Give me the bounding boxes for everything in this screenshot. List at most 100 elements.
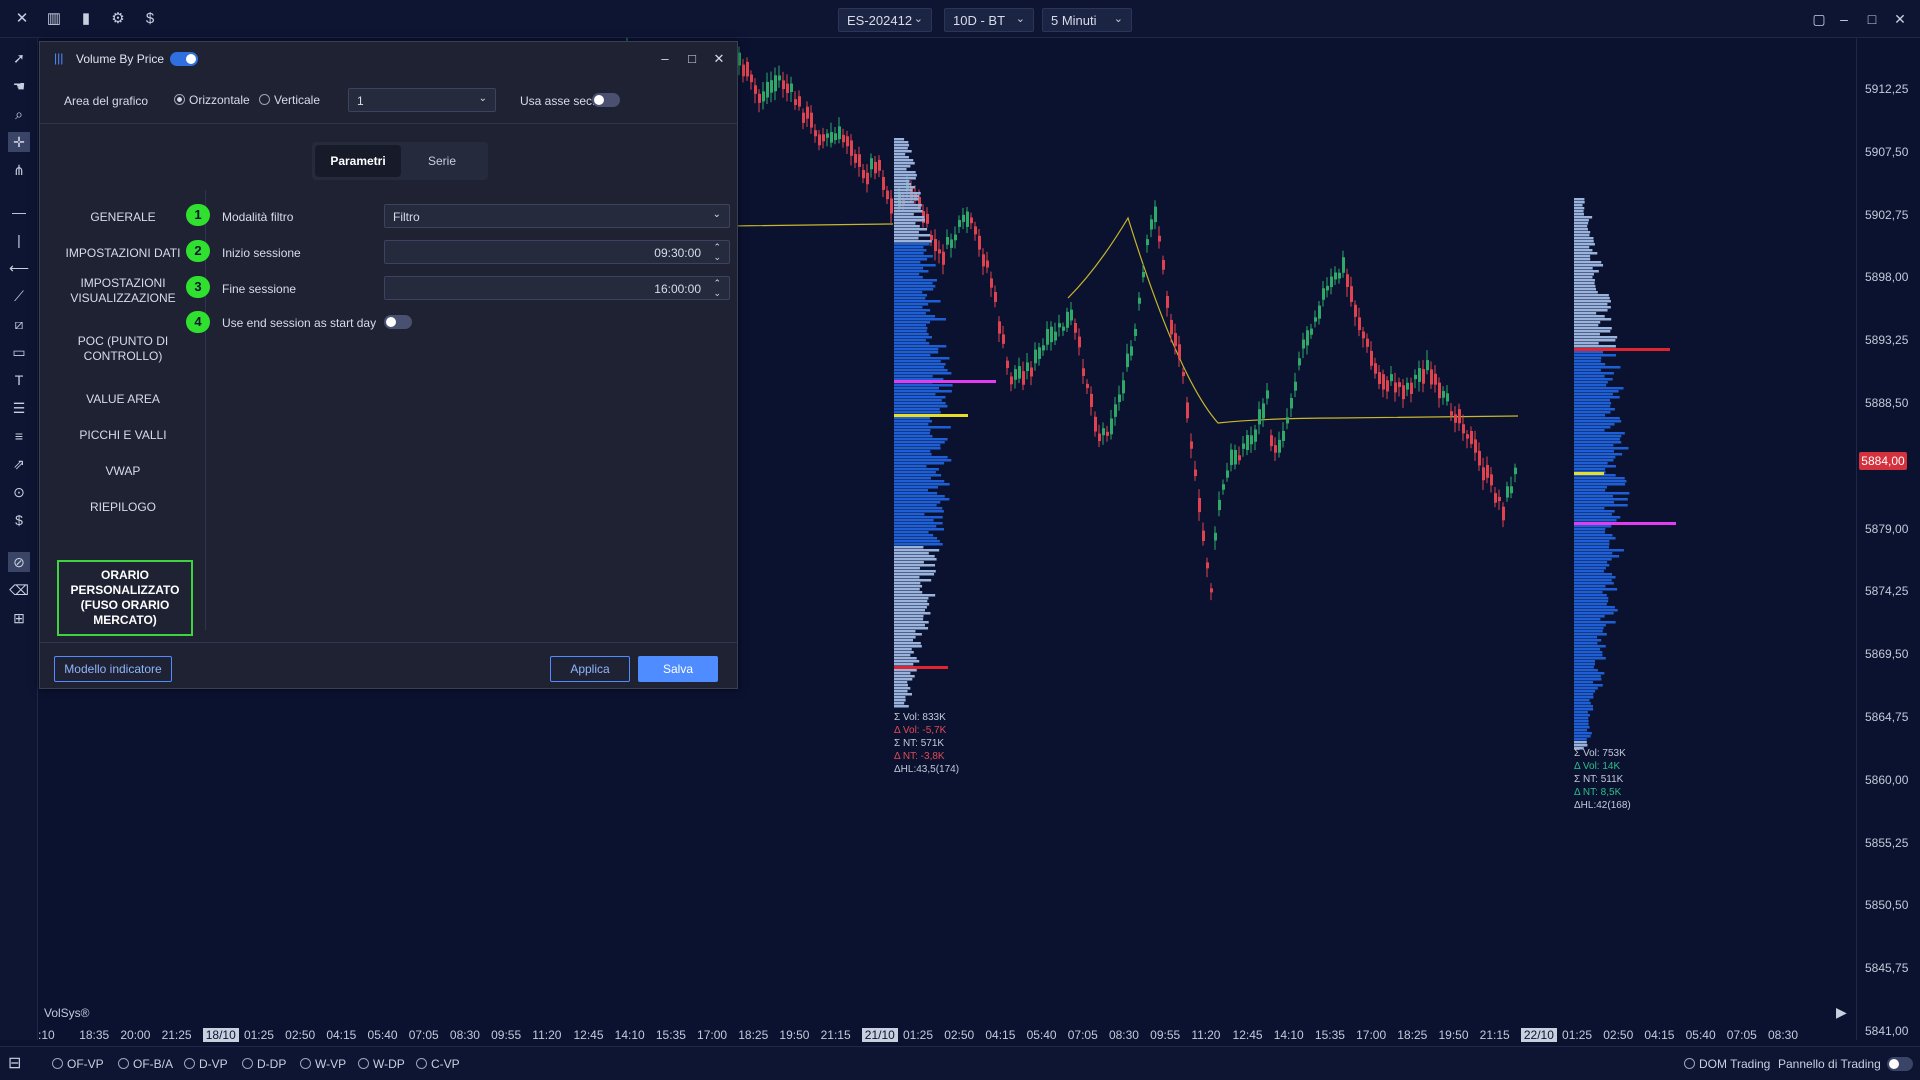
- volume-profile-bar: [1574, 576, 1616, 579]
- maximize-icon[interactable]: □: [1862, 9, 1882, 29]
- nav-riepilogo[interactable]: RIEPILOGO: [50, 500, 196, 515]
- ray-icon[interactable]: ⟵: [8, 258, 30, 278]
- magnet-icon[interactable]: ⋔: [8, 160, 30, 180]
- price-alert-icon[interactable]: ⊙: [8, 482, 30, 502]
- candle-body: [850, 140, 853, 156]
- ruler-icon[interactable]: ⧄: [8, 314, 30, 334]
- spinner-icon[interactable]: ⌃ ⌄: [713, 242, 721, 262]
- fib-icon[interactable]: ≡: [8, 426, 30, 446]
- vertical-line-icon[interactable]: |: [8, 230, 30, 250]
- horizontal-radio[interactable]: Orizzontale: [174, 93, 250, 107]
- candle-body: [1166, 296, 1169, 308]
- candle-body: [1074, 323, 1077, 333]
- eraser-icon[interactable]: ⌫: [8, 580, 30, 600]
- panel-icon[interactable]: ⊟: [8, 1053, 21, 1073]
- indicator-option[interactable]: D-VP: [184, 1057, 228, 1071]
- nav-picchi-valli[interactable]: PICCHI E VALLI: [50, 428, 196, 443]
- volume-profile-bar: [1574, 357, 1602, 360]
- crosshair-icon[interactable]: ✛: [8, 132, 30, 152]
- settings-icon[interactable]: ⚙: [108, 9, 128, 29]
- session-end-input[interactable]: 16:00:00 ⌃ ⌄: [384, 276, 730, 300]
- dom-trading-option[interactable]: DOM Trading: [1684, 1057, 1770, 1071]
- indicator-option[interactable]: OF-VP: [52, 1057, 104, 1071]
- time-tick-label: 17:00: [697, 1028, 728, 1042]
- filter-mode-select[interactable]: Filtro ⌄: [384, 204, 730, 228]
- toggle-switch[interactable]: [1886, 1057, 1913, 1071]
- lock-icon[interactable]: ⊘: [8, 552, 30, 572]
- candles-icon[interactable]: ▥: [44, 9, 64, 29]
- secondary-axis-toggle[interactable]: [592, 93, 620, 107]
- cursor-icon[interactable]: ➚: [8, 48, 30, 68]
- nav-impostazioni-dati[interactable]: IMPOSTAZIONI DATI: [50, 246, 196, 261]
- tab-parametri[interactable]: Parametri: [315, 145, 401, 177]
- time-tick-label: 09:55: [491, 1028, 522, 1042]
- end-session-start-day-toggle[interactable]: [384, 315, 412, 329]
- vertical-radio[interactable]: Verticale: [259, 93, 320, 107]
- indicator-option[interactable]: W-VP: [300, 1057, 346, 1071]
- volume-profile-bar: [1574, 231, 1591, 234]
- volume-profile-bar: [894, 573, 935, 576]
- session-start-input[interactable]: 09:30:00 ⌃ ⌄: [384, 240, 730, 264]
- candle-body: [1266, 390, 1269, 399]
- nav-vwap[interactable]: VWAP: [50, 464, 196, 479]
- volume-profile-bar: [894, 588, 920, 591]
- volume-profile-bar: [894, 675, 915, 678]
- nav-impostazioni-visualizzazione[interactable]: IMPOSTAZIONI VISUALIZZAZIONE: [50, 276, 196, 306]
- dollar-alert-icon[interactable]: $: [8, 510, 30, 530]
- dollar-icon[interactable]: $: [140, 9, 160, 29]
- indicator-enable-toggle[interactable]: [170, 52, 198, 66]
- volume-profile-bar: [1574, 678, 1602, 681]
- list-icon[interactable]: ☰: [8, 398, 30, 418]
- volume-profile-bar: [894, 153, 906, 156]
- volume-profile-bar: [894, 582, 921, 585]
- volume-profile-bar: [894, 693, 913, 696]
- indicator-option[interactable]: W-DP: [358, 1057, 405, 1071]
- save-button[interactable]: Salva: [638, 656, 718, 682]
- price-axis[interactable]: 5912,25 5907,50 5902,75 5898,00 5893,25 5888,…: [1856, 38, 1920, 1040]
- nav-generale[interactable]: GENERALE: [50, 210, 196, 225]
- nav-orario-personalizzato[interactable]: ORARIO PERSONALIZZATO (FUSO ORARIO MERCA…: [57, 560, 193, 636]
- rectangle-icon[interactable]: ▭: [8, 342, 30, 362]
- time-axis[interactable]: :10 18:35 20:00 21:25 18/10 01:25 02:50 04:15 05…: [38, 1024, 1856, 1046]
- maximize-icon[interactable]: □: [683, 50, 701, 68]
- close-window-icon[interactable]: ✕: [1890, 9, 1910, 29]
- volume-profile-bar: [894, 306, 923, 309]
- indicator-option[interactable]: OF-B/A: [118, 1057, 173, 1071]
- nav-poc[interactable]: POC (PUNTO DI CONTROLLO): [50, 334, 196, 364]
- close-icon[interactable]: ✕: [710, 50, 728, 68]
- arrow-icon[interactable]: ⇗: [8, 454, 30, 474]
- volume-profile-bar: [1574, 288, 1597, 291]
- spinner-icon[interactable]: ⌃ ⌄: [713, 278, 721, 298]
- trading-panel-toggle[interactable]: Pannello di Trading: [1778, 1057, 1913, 1071]
- volume-profile-bar: [894, 282, 933, 285]
- hand-icon[interactable]: ☚: [8, 76, 30, 96]
- interval-select[interactable]: 5 Minuti ⌄: [1042, 8, 1132, 32]
- add-layer-icon[interactable]: ⊞: [8, 608, 30, 628]
- bar-chart-icon[interactable]: ▮: [76, 9, 96, 29]
- volume-profile-bar: [894, 705, 909, 708]
- candle-body: [1118, 394, 1121, 403]
- close-icon[interactable]: ✕: [12, 9, 32, 29]
- minimize-icon[interactable]: –: [1834, 9, 1854, 29]
- symbol-select[interactable]: ES-202412 ⌄: [838, 8, 932, 32]
- trendline-icon[interactable]: ⟋: [8, 286, 30, 306]
- volume-profile-bar: [894, 231, 919, 234]
- nav-value-area[interactable]: VALUE AREA: [50, 392, 196, 407]
- chart-area-select[interactable]: 1 ⌄: [348, 88, 496, 112]
- indicator-template-button[interactable]: Modello indicatore: [54, 656, 172, 682]
- horizontal-line-icon[interactable]: —: [8, 202, 30, 222]
- minimize-icon[interactable]: –: [656, 50, 674, 68]
- play-icon[interactable]: ▶: [1836, 1004, 1847, 1021]
- indicator-option[interactable]: D-DP: [242, 1057, 286, 1071]
- candle-body: [942, 251, 945, 265]
- volume-profile-bar: [1574, 300, 1611, 303]
- time-tick-label: 18:25: [738, 1028, 769, 1042]
- tab-serie[interactable]: Serie: [399, 145, 485, 177]
- apply-button[interactable]: Applica: [550, 656, 630, 682]
- zoom-icon[interactable]: ⌕: [8, 104, 30, 124]
- indicator-option[interactable]: C-VP: [416, 1057, 460, 1071]
- time-tick-label: 18/10: [202, 1028, 239, 1042]
- text-icon[interactable]: T: [8, 370, 30, 390]
- layout-icon[interactable]: ▢: [1809, 9, 1829, 29]
- timeframe-select[interactable]: 10D - BT ⌄: [944, 8, 1034, 32]
